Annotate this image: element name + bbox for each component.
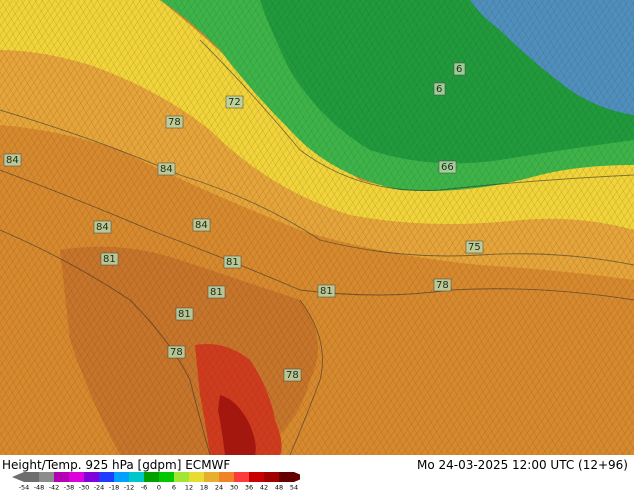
- legend-swatch: [174, 472, 189, 482]
- contour-label: 81: [317, 284, 336, 298]
- legend-tick-label: -54: [19, 484, 30, 490]
- temperature-map: 6 6 72 78 84 84 84 84 81 81 81 81 81 78 78 78 75 66: [0, 0, 634, 455]
- legend-swatch: [264, 472, 279, 482]
- legend-tick-label: 0: [157, 484, 161, 490]
- contour-label: 81: [207, 285, 226, 299]
- legend-tick-label: 42: [260, 484, 268, 490]
- legend-tick-label: -24: [94, 484, 105, 490]
- legend-swatch: [24, 472, 39, 482]
- legend-swatch: [69, 472, 84, 482]
- color-legend: -54 -48 -42 -38 -30 -24 -18 -12 -6 0 6 12 18 24 30 36 42…: [12, 472, 300, 490]
- legend-swatch: [159, 472, 174, 482]
- contour-label-text: 81: [320, 286, 333, 297]
- contour-label: 84: [3, 153, 22, 167]
- contour-label-text: 6: [456, 64, 462, 75]
- legend-tick-label: -18: [109, 484, 120, 490]
- legend-swatch: [39, 472, 54, 482]
- legend-tick-label: 24: [215, 484, 223, 490]
- legend-swatch: [189, 472, 204, 482]
- legend-tick-label: 54: [290, 484, 298, 490]
- legend-swatch: [129, 472, 144, 482]
- contour-label-text: 78: [286, 370, 299, 381]
- map-field: 667278848484 8481 8181 81817878787566: [0, 0, 634, 455]
- map-caption: Height/Temp. 925 hPa [gdpm] ECMWF: [2, 458, 231, 472]
- legend-swatch: [249, 472, 264, 482]
- contour-label-text: 81: [178, 309, 191, 320]
- legend-swatch: [114, 472, 129, 482]
- legend-tick-label: 30: [230, 484, 238, 490]
- contour-label: 66: [438, 160, 457, 174]
- legend-arrow-left: [12, 472, 24, 482]
- valid-time: Mo 24-03-2025 12:00 UTC (12+96): [416, 458, 628, 472]
- contour-label-text: 84: [160, 164, 173, 175]
- contour-label-text: 75: [468, 242, 481, 253]
- contour-label-text: 6: [436, 84, 442, 95]
- legend-tick-label: -6: [141, 484, 147, 490]
- contour-label-text: 78: [436, 280, 449, 291]
- contour-label: 75: [465, 240, 484, 254]
- contour-label: 84: [192, 218, 211, 232]
- legend-tick-label: 48: [275, 484, 283, 490]
- contour-label-text: 81: [103, 254, 116, 265]
- contour-label: 81: [223, 255, 242, 269]
- legend-tick-label: -48: [34, 484, 45, 490]
- legend-tick-label: 18: [200, 484, 208, 490]
- contour-label-text: 84: [6, 155, 19, 166]
- contour-label: 6: [453, 62, 466, 76]
- contour-label: 78: [165, 115, 184, 129]
- legend-swatch: [84, 472, 99, 482]
- legend-swatch: [54, 472, 69, 482]
- contour-label-text: 72: [228, 97, 241, 108]
- contour-label: 78: [283, 368, 302, 382]
- legend-swatch: [204, 472, 219, 482]
- contour-label: 72: [225, 95, 244, 109]
- contour-label: 81: [175, 307, 194, 321]
- legend-swatch: [99, 472, 114, 482]
- legend-tick-label: -30: [79, 484, 90, 490]
- bottom-bar: Height/Temp. 925 hPa [gdpm] ECMWF Mo 24-…: [0, 455, 634, 490]
- contour-label: 81: [100, 252, 119, 266]
- legend-tick-label: -38: [64, 484, 75, 490]
- contour-label-text: 66: [441, 162, 454, 173]
- contour-label-text: 81: [226, 257, 239, 268]
- contour-label-text: 78: [170, 347, 183, 358]
- contour-label-text: 84: [195, 220, 208, 231]
- legend-arrow-right: [294, 472, 300, 482]
- legend-swatch: [144, 472, 159, 482]
- legend-swatch: [219, 472, 234, 482]
- legend-tick-label: 12: [185, 484, 193, 490]
- legend-swatch: [279, 472, 294, 482]
- contour-label: 84: [93, 220, 112, 234]
- legend-tick-label: -12: [124, 484, 135, 490]
- contour-label: 78: [167, 345, 186, 359]
- contour-label-text: 78: [168, 117, 181, 128]
- legend-tick-label: 6: [172, 484, 176, 490]
- legend-swatch: [234, 472, 249, 482]
- legend-tick-label: -42: [49, 484, 60, 490]
- contour-label-text: 81: [210, 287, 223, 298]
- contour-label: 78: [433, 278, 452, 292]
- contour-label: 6: [433, 82, 446, 96]
- contour-label-text: 84: [96, 222, 109, 233]
- legend-tick-label: 36: [245, 484, 253, 490]
- contour-label: 84: [157, 162, 176, 176]
